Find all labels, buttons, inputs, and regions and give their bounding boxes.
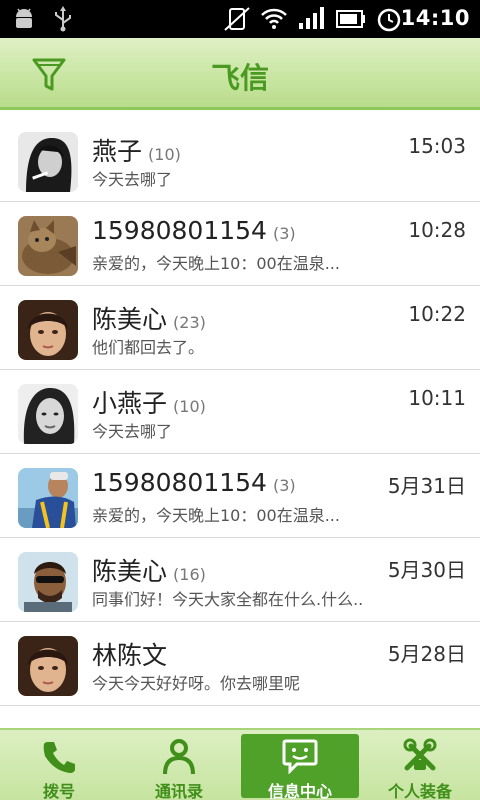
bottom-tab-bar: 拨号 通讯录 信息中心 个人装备 xyxy=(0,728,480,801)
contact-name: 15980801154 (3) xyxy=(92,216,296,245)
signal-icon xyxy=(299,7,324,29)
message-preview: 今天去哪了 xyxy=(92,170,173,189)
contact-name: 燕子 (10) xyxy=(92,137,181,166)
avatar xyxy=(18,132,78,192)
status-bar: 14:10 xyxy=(0,0,480,38)
tab-label: 通讯录 xyxy=(154,782,203,801)
avatar xyxy=(18,300,78,360)
battery-icon xyxy=(336,10,365,28)
conversation-item[interactable]: 15980801154 (3) 亲爱的，今天晚上10：00在温泉... 5月31日 xyxy=(0,454,480,538)
conversation-item[interactable]: 小燕子 (10) 今天去哪了 10:11 xyxy=(0,370,480,454)
tab-messages[interactable]: 信息中心 xyxy=(241,734,359,801)
message-preview: 同事们好！今天大家全都在什么.什么.. xyxy=(92,590,364,609)
wifi-icon xyxy=(261,8,287,29)
message-preview: 今天去哪了 xyxy=(92,422,173,441)
avatar xyxy=(18,468,78,528)
conversation-list: 燕子 (10) 今天去哪了 15:03 15980801154 (3) 亲爱的，今天… xyxy=(0,118,480,706)
message-preview: 今天今天好好呀。你去哪里呢 xyxy=(92,674,301,693)
android-icon xyxy=(16,8,32,28)
message-time: 10:22 xyxy=(408,302,466,326)
avatar xyxy=(18,216,78,276)
unread-count: (23) xyxy=(173,313,206,332)
unread-count: (3) xyxy=(272,476,296,495)
status-time: 14:10 xyxy=(400,6,470,30)
message-time: 5月28日 xyxy=(387,642,466,666)
contact-name: 陈美心 (23) xyxy=(92,305,206,334)
alarm-icon xyxy=(377,8,401,32)
usb-icon xyxy=(55,6,71,32)
contact-name: 15980801154 (3) xyxy=(92,468,296,497)
unread-count: (3) xyxy=(272,224,296,243)
message-time: 10:11 xyxy=(408,386,466,410)
tab-label: 信息中心 xyxy=(267,782,332,801)
tools-icon xyxy=(403,738,437,771)
tab-label: 拨号 xyxy=(42,782,75,801)
app-header: 飞信 xyxy=(0,38,480,110)
unread-count: (16) xyxy=(173,565,206,584)
message-preview: 亲爱的，今天晚上10：00在温泉... xyxy=(92,254,340,273)
unread-count: (10) xyxy=(148,145,181,164)
tab-gear[interactable]: 个人装备 xyxy=(361,734,479,801)
avatar xyxy=(18,552,78,612)
avatar xyxy=(18,384,78,444)
message-time: 15:03 xyxy=(408,134,466,158)
tab-label: 个人装备 xyxy=(387,782,452,801)
contact-name: 陈美心 (16) xyxy=(92,557,206,586)
message-time: 5月31日 xyxy=(387,474,466,498)
message-preview: 亲爱的，今天晚上10：00在温泉... xyxy=(92,506,340,525)
message-time: 10:28 xyxy=(408,218,466,242)
conversation-item[interactable]: 15980801154 (3) 亲爱的，今天晚上10：00在温泉... 10:28 xyxy=(0,202,480,286)
conversation-item[interactable]: 陈美心 (23) 他们都回去了。 10:22 xyxy=(0,286,480,370)
conversation-item[interactable]: 燕子 (10) 今天去哪了 15:03 xyxy=(0,118,480,202)
contact-name: 林陈文 xyxy=(92,641,168,670)
phone-icon xyxy=(43,742,75,773)
avatar xyxy=(18,636,78,696)
conversation-item[interactable]: 林陈文 今天今天好好呀。你去哪里呢 5月28日 xyxy=(0,622,480,706)
message-preview: 他们都回去了。 xyxy=(92,338,205,357)
tab-dial[interactable]: 拨号 xyxy=(0,734,118,801)
contacts-icon xyxy=(163,739,195,774)
contact-name: 小燕子 (10) xyxy=(92,389,206,418)
tab-contacts[interactable]: 通讯录 xyxy=(120,734,238,801)
unread-count: (10) xyxy=(173,397,206,416)
conversation-item[interactable]: 陈美心 (16) 同事们好！今天大家全都在什么.什么.. 5月30日 xyxy=(0,538,480,622)
page-title: 飞信 xyxy=(210,61,269,95)
message-time: 5月30日 xyxy=(387,558,466,582)
vibrate-off-icon xyxy=(224,7,250,31)
message-icon xyxy=(282,739,318,774)
